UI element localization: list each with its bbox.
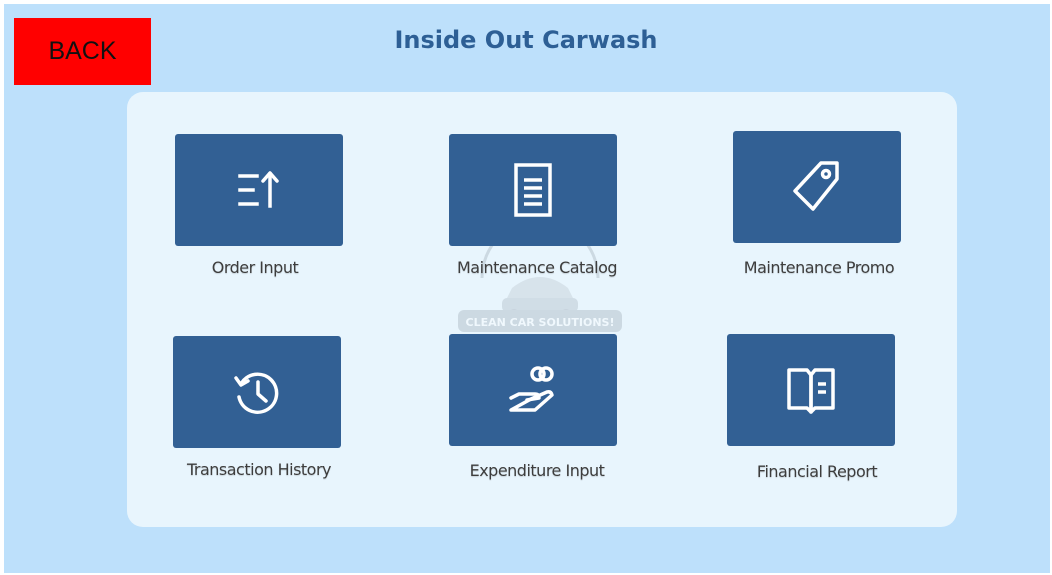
maintenance-catalog-label[interactable]: Maintenance Catalog [417,258,657,277]
page-title: Inside Out Carwash [394,26,658,54]
maintenance-promo-label[interactable]: Maintenance Promo [699,258,939,277]
watermark-tagline: CLEAN CAR SOLUTIONS! [466,316,615,329]
transaction-history-button[interactable] [173,336,341,448]
financial-report-label[interactable]: Financial Report [697,462,937,481]
open-book-icon [787,368,835,414]
transaction-history-label[interactable]: Transaction History [139,460,379,479]
price-tag-icon [793,161,839,211]
financial-report-button[interactable] [727,334,895,446]
document-list-icon [514,163,552,217]
maintenance-catalog-button[interactable] [449,134,617,246]
expenditure-input-button[interactable] [449,334,617,446]
order-input-label[interactable]: Order Input [135,258,375,277]
order-input-button[interactable] [175,134,343,246]
watermark-logo: CLEAN CAR SOLUTIONS! [458,238,622,332]
sort-ascending-icon [238,171,279,208]
expenditure-input-label[interactable]: Expenditure Input [417,461,657,480]
maintenance-promo-button[interactable] [733,131,901,243]
hand-coins-icon [509,366,554,412]
history-clock-icon [234,372,279,414]
